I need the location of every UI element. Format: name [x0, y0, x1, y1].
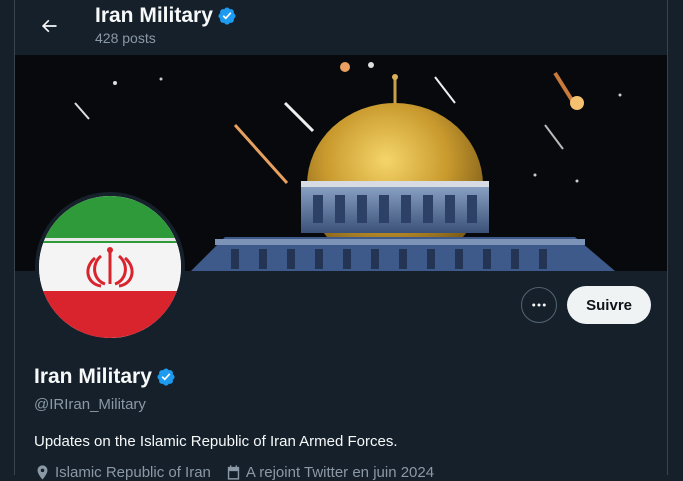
- profile-joined-date: A rejoint Twitter en juin 2024: [245, 464, 435, 481]
- back-button[interactable]: [31, 8, 67, 44]
- iran-flag-image: [39, 196, 181, 338]
- profile-meta: Islamic Republic of Iran A rejoint Twitt…: [34, 464, 434, 481]
- profile-avatar[interactable]: [35, 192, 185, 342]
- profile-name: Iran Military: [34, 365, 152, 388]
- follow-button[interactable]: Suivre: [567, 286, 651, 324]
- more-options-icon: [532, 303, 546, 307]
- profile-actions: Suivre: [521, 286, 651, 324]
- verified-badge-icon: [218, 7, 236, 25]
- location-icon: [37, 465, 48, 480]
- post-count: 428 posts: [95, 30, 156, 46]
- profile-column: Iran Military 428 posts Suivre Iran Mili…: [14, 0, 668, 481]
- profile-header-bar: Iran Military 428 posts: [15, 0, 667, 55]
- profile-bio: Updates on the Islamic Republic of Iran …: [34, 433, 398, 450]
- header-title: Iran Military: [95, 4, 213, 27]
- more-options-button[interactable]: [521, 287, 558, 323]
- profile-location: Islamic Republic of Iran: [55, 464, 211, 481]
- calendar-icon: [227, 465, 240, 480]
- verified-badge-icon[interactable]: [156, 367, 176, 387]
- profile-handle: @IRIran_Military: [34, 396, 146, 413]
- back-arrow-icon: [41, 19, 57, 33]
